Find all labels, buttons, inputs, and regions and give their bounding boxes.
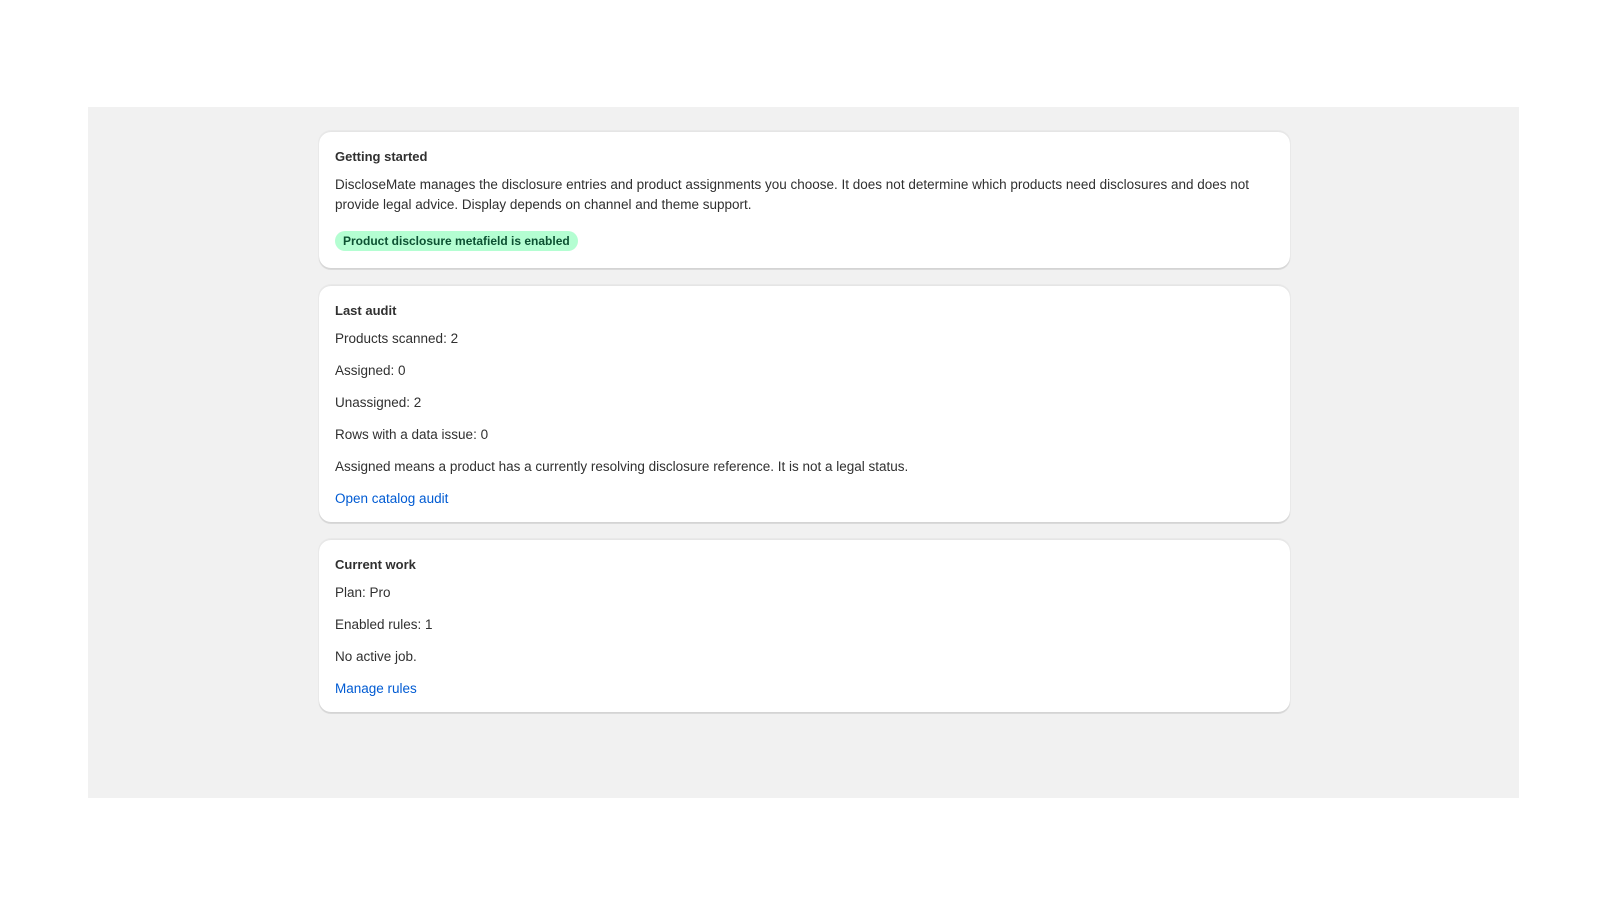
unassigned-stat: Unassigned: 2	[335, 395, 422, 410]
assigned-stat: Assigned: 0	[335, 363, 406, 378]
last-audit-title: Last audit	[335, 303, 397, 318]
getting-started-description: DiscloseMate manages the disclosure entr…	[335, 177, 1250, 212]
assigned-note: Assigned means a product has a currently…	[335, 459, 909, 474]
metafield-enabled-badge: Product disclosure metafield is enabled	[335, 231, 578, 251]
data-issue-stat: Rows with a data issue: 0	[335, 427, 489, 442]
getting-started-card: Getting started DiscloseMate manages the…	[319, 131, 1290, 269]
getting-started-title: Getting started	[335, 149, 428, 164]
app-frame: Getting started DiscloseMate manages the…	[88, 107, 1519, 798]
plan-stat: Plan: Pro	[335, 585, 391, 600]
products-scanned-stat: Products scanned: 2	[335, 331, 459, 346]
page-content: Getting started DiscloseMate manages the…	[319, 131, 1290, 729]
current-work-card: Current work Plan: Pro Enabled rules: 1 …	[319, 539, 1290, 713]
current-work-title: Current work	[335, 557, 416, 572]
job-status: No active job.	[335, 649, 417, 664]
enabled-rules-stat: Enabled rules: 1	[335, 617, 433, 632]
badge-row: Product disclosure metafield is enabled	[335, 231, 1274, 251]
open-catalog-audit-link[interactable]: Open catalog audit	[335, 489, 448, 509]
manage-rules-link[interactable]: Manage rules	[335, 679, 417, 699]
last-audit-card: Last audit Products scanned: 2 Assigned:…	[319, 285, 1290, 523]
